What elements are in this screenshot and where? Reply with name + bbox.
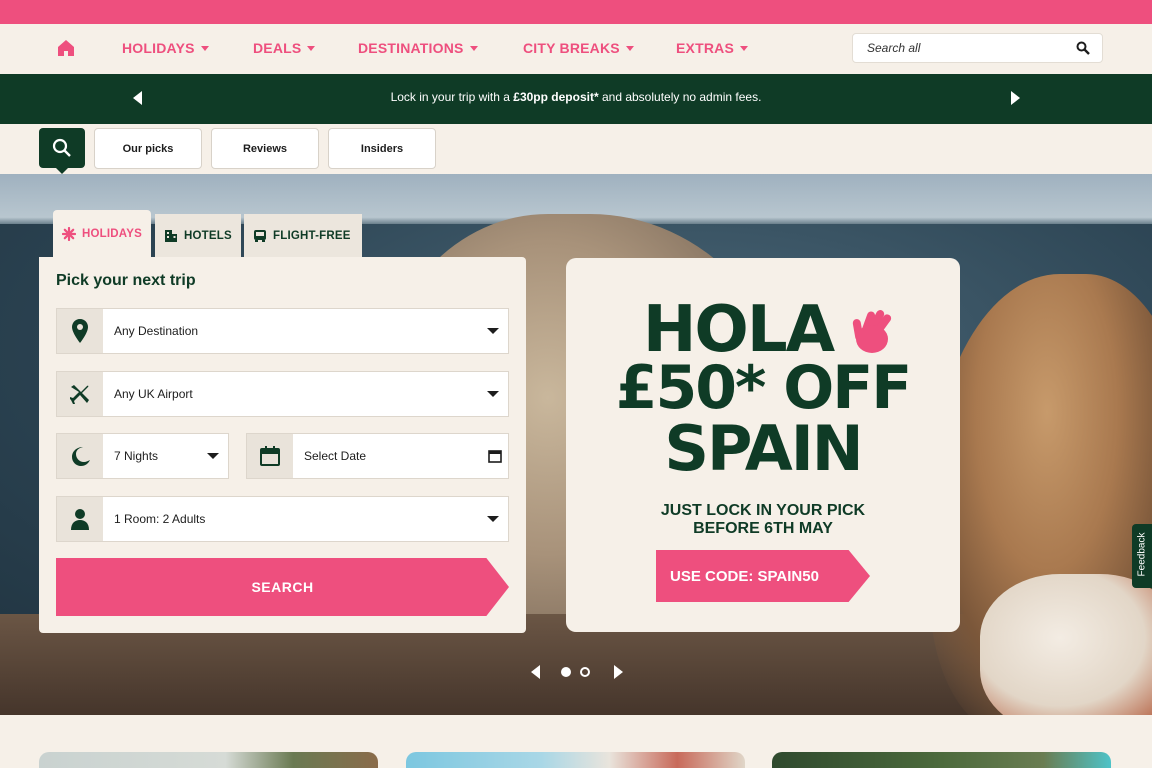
chevron-down-icon xyxy=(469,45,478,51)
hero-banner: HOLIDAYS HOTELS FLIGHT-FREE Pick your ne… xyxy=(0,174,1152,715)
chevron-down-icon xyxy=(487,391,499,397)
airport-select[interactable]: Any UK Airport xyxy=(56,371,509,417)
booking-tab-flight-free[interactable]: FLIGHT-FREE xyxy=(244,214,362,257)
carousel-dot-2[interactable] xyxy=(580,667,590,677)
airport-value: Any UK Airport xyxy=(114,387,193,401)
nav-deals-label: DEALS xyxy=(253,40,302,56)
nav-holidays[interactable]: HOLIDAYS xyxy=(122,40,209,56)
nav-city-breaks[interactable]: CITY BREAKS xyxy=(523,40,634,56)
destination-card-2[interactable] xyxy=(406,752,745,768)
site-search xyxy=(852,33,1103,63)
secondary-search-button[interactable] xyxy=(39,128,85,174)
carousel-next-icon[interactable] xyxy=(614,665,623,679)
home-icon[interactable] xyxy=(57,39,75,57)
chevron-down-icon xyxy=(740,45,748,51)
booking-tab-holidays-label: HOLIDAYS xyxy=(82,227,142,240)
promo-text-end: and absolutely no admin fees. xyxy=(598,90,762,104)
rooms-value: 1 Room: 2 Adults xyxy=(114,512,206,526)
person-icon xyxy=(57,497,103,541)
booking-title: Pick your next trip xyxy=(56,272,196,289)
nights-value: 7 Nights xyxy=(114,449,159,463)
nights-select[interactable]: 7 Nights xyxy=(56,433,229,479)
chevron-down-icon xyxy=(487,516,499,522)
building-icon xyxy=(165,229,177,242)
hero-carousel-controls xyxy=(525,658,625,684)
moon-icon xyxy=(57,434,103,478)
tab-insiders[interactable]: Insiders xyxy=(328,128,436,169)
calendar-small-icon xyxy=(488,450,502,463)
nav-extras-label: EXTRAS xyxy=(676,40,734,56)
plane-icon xyxy=(57,372,103,416)
booking-tab-hotels[interactable]: HOTELS xyxy=(155,214,241,257)
destination-card-3[interactable] xyxy=(772,752,1111,768)
destination-card-1[interactable] xyxy=(39,752,378,768)
booking-tab-holidays[interactable]: HOLIDAYS xyxy=(53,210,151,257)
nav-destinations[interactable]: DESTINATIONS xyxy=(358,40,478,56)
promo-text: Lock in your trip with a £30pp deposit* … xyxy=(0,90,1152,104)
location-pin-icon xyxy=(57,309,103,353)
chevron-down-icon xyxy=(625,45,634,51)
promo-next-icon[interactable] xyxy=(1011,91,1020,105)
secondary-tabs: Our picks Reviews Insiders xyxy=(0,124,1152,174)
rooms-select[interactable]: 1 Room: 2 Adults xyxy=(56,496,509,542)
chevron-down-icon xyxy=(207,453,219,459)
nav-deals[interactable]: DEALS xyxy=(253,40,316,56)
search-icon xyxy=(52,138,71,157)
date-value: Select Date xyxy=(304,449,367,463)
promo-text-start: Lock in your trip with a xyxy=(390,90,514,104)
offer-subtitle: JUST LOCK IN YOUR PICK BEFORE 6TH MAY xyxy=(566,502,960,538)
chevron-down-icon xyxy=(200,45,209,51)
offer-headline-line3: SPAIN xyxy=(664,412,863,485)
tab-reviews[interactable]: Reviews xyxy=(211,128,319,169)
asterisk-icon xyxy=(62,226,76,241)
search-icon[interactable] xyxy=(1076,41,1090,55)
destination-select[interactable]: Any Destination xyxy=(56,308,509,354)
calendar-icon xyxy=(247,434,293,478)
chevron-down-icon xyxy=(307,45,316,51)
date-picker[interactable]: Select Date xyxy=(246,433,509,479)
tab-our-picks[interactable]: Our picks xyxy=(94,128,202,169)
offer-subtitle-line2: BEFORE 6TH MAY xyxy=(693,520,833,537)
top-brand-bar xyxy=(0,0,1152,24)
booking-panel: Pick your next trip Any Destination Any … xyxy=(39,257,526,633)
promo-code-button[interactable]: USE CODE: SPAIN50 xyxy=(656,550,870,602)
search-button[interactable]: SEARCH xyxy=(56,558,509,616)
nav-destinations-label: DESTINATIONS xyxy=(358,40,464,56)
main-nav: HOLIDAYS DEALS DESTINATIONS CITY BREAKS … xyxy=(0,24,1152,74)
destination-value: Any Destination xyxy=(114,324,199,338)
nav-city-breaks-label: CITY BREAKS xyxy=(523,40,620,56)
carousel-prev-icon[interactable] xyxy=(531,665,540,679)
promo-banner: Lock in your trip with a £30pp deposit* … xyxy=(0,74,1152,124)
offer-card: HOLA £50* OFF SPAIN JUST LOCK IN YOUR PI… xyxy=(566,258,960,632)
chevron-down-icon xyxy=(487,328,499,334)
feedback-tab[interactable]: Feedback xyxy=(1132,524,1152,588)
offer-headline-line2: £50* OFF xyxy=(615,353,913,423)
booking-tab-flight-free-label: FLIGHT-FREE xyxy=(273,229,351,242)
search-input[interactable] xyxy=(867,41,1057,55)
waving-hand-icon xyxy=(852,310,892,353)
feedback-label: Feedback xyxy=(1136,532,1148,577)
promo-deposit: £30pp deposit* xyxy=(513,90,599,104)
nav-extras[interactable]: EXTRAS xyxy=(676,40,748,56)
hero-person-shoulder xyxy=(980,574,1152,715)
bus-icon xyxy=(254,229,266,242)
nav-holidays-label: HOLIDAYS xyxy=(122,40,195,56)
booking-tab-hotels-label: HOTELS xyxy=(184,229,232,242)
carousel-dot-1[interactable] xyxy=(561,667,571,677)
offer-subtitle-line1: JUST LOCK IN YOUR PICK xyxy=(660,502,866,519)
